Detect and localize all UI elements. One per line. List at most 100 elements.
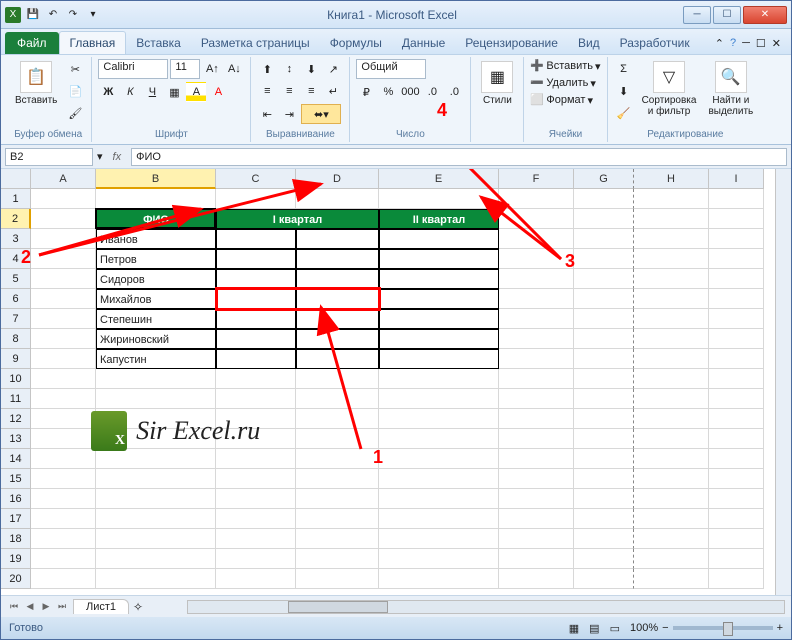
cell-a3[interactable] <box>31 229 96 249</box>
cell-e10[interactable] <box>379 369 499 389</box>
col-header-i[interactable]: I <box>709 169 764 189</box>
fill-icon[interactable]: ⬇ <box>614 81 634 101</box>
cell-f8[interactable] <box>499 329 574 349</box>
cell-c17[interactable] <box>216 509 296 529</box>
cell-h6[interactable] <box>634 289 709 309</box>
cell-c18[interactable] <box>216 529 296 549</box>
tab-formulas[interactable]: Формулы <box>320 32 392 54</box>
cell-g17[interactable] <box>574 509 634 529</box>
cell-g1[interactable] <box>574 189 634 209</box>
copy-icon[interactable]: 📄 <box>65 81 85 101</box>
cell-f19[interactable] <box>499 549 574 569</box>
zoom-slider[interactable] <box>673 626 773 630</box>
cell-d20[interactable] <box>296 569 379 589</box>
cell-b10[interactable] <box>96 369 216 389</box>
cell-a18[interactable] <box>31 529 96 549</box>
cell-i7[interactable] <box>709 309 764 329</box>
cell-h2[interactable] <box>634 209 709 229</box>
percent-icon[interactable]: % <box>378 82 398 102</box>
cell-d4[interactable] <box>296 249 379 269</box>
bold-button[interactable]: Ж <box>98 82 118 102</box>
cut-icon[interactable]: ✂ <box>65 59 85 79</box>
cell-i20[interactable] <box>709 569 764 589</box>
cell-d19[interactable] <box>296 549 379 569</box>
cell-c3[interactable] <box>216 229 296 249</box>
cell-i4[interactable] <box>709 249 764 269</box>
cell-a1[interactable] <box>31 189 96 209</box>
row-header-9[interactable]: 9 <box>1 349 31 369</box>
cell-e9[interactable] <box>379 349 499 369</box>
cell-i5[interactable] <box>709 269 764 289</box>
font-name-select[interactable]: Calibri <box>98 59 168 79</box>
col-header-h[interactable]: H <box>634 169 709 189</box>
cell-f16[interactable] <box>499 489 574 509</box>
fx-icon[interactable]: fx <box>107 151 128 163</box>
row-header-7[interactable]: 7 <box>1 309 31 329</box>
qat-more-icon[interactable]: ▾ <box>85 7 101 23</box>
col-header-c[interactable]: C <box>216 169 296 189</box>
horizontal-scrollbar[interactable] <box>187 600 785 614</box>
cell-g8[interactable] <box>574 329 634 349</box>
col-header-b[interactable]: B <box>96 169 216 189</box>
cell-e19[interactable] <box>379 549 499 569</box>
font-size-select[interactable]: 11 <box>170 59 200 79</box>
cell-b4[interactable]: Петров <box>96 249 216 269</box>
cell-d11[interactable] <box>296 389 379 409</box>
cell-d18[interactable] <box>296 529 379 549</box>
cell-h7[interactable] <box>634 309 709 329</box>
cell-e3[interactable] <box>379 229 499 249</box>
cell-h17[interactable] <box>634 509 709 529</box>
cell-c20[interactable] <box>216 569 296 589</box>
col-header-e[interactable]: E <box>379 169 499 189</box>
col-header-a[interactable]: A <box>31 169 96 189</box>
cell-h3[interactable] <box>634 229 709 249</box>
namebox-expand-icon[interactable]: ▾ <box>97 150 103 163</box>
cell-d3[interactable] <box>296 229 379 249</box>
cell-e1[interactable] <box>379 189 499 209</box>
format-cells-button[interactable]: ⬜Формат ▾ <box>530 93 593 107</box>
cell-a4[interactable] <box>31 249 96 269</box>
cell-f2[interactable] <box>499 209 574 229</box>
cell-d5[interactable] <box>296 269 379 289</box>
col-header-g[interactable]: G <box>574 169 634 189</box>
tab-layout[interactable]: Разметка страницы <box>191 32 320 54</box>
cell-g13[interactable] <box>574 429 634 449</box>
col-header-f[interactable]: F <box>499 169 574 189</box>
paste-button[interactable]: 📋 Вставить <box>11 59 61 108</box>
zoom-out-icon[interactable]: − <box>662 622 668 634</box>
row-header-20[interactable]: 20 <box>1 569 31 589</box>
grow-font-icon[interactable]: A↑ <box>202 59 222 79</box>
minimize-button[interactable]: ─ <box>683 6 711 24</box>
cell-e7[interactable] <box>379 309 499 329</box>
cell-h15[interactable] <box>634 469 709 489</box>
sheet-nav-first-icon[interactable]: ⏮ <box>7 600 21 614</box>
redo-icon[interactable]: ↷ <box>65 7 81 23</box>
underline-button[interactable]: Ч <box>142 82 162 102</box>
ribbon-minimize-icon[interactable]: ⌃ <box>715 37 724 50</box>
row-header-3[interactable]: 3 <box>1 229 31 249</box>
row-header-18[interactable]: 18 <box>1 529 31 549</box>
cell-f6[interactable] <box>499 289 574 309</box>
cell-i2[interactable] <box>709 209 764 229</box>
cell-i14[interactable] <box>709 449 764 469</box>
cell-e13[interactable] <box>379 429 499 449</box>
cell-g19[interactable] <box>574 549 634 569</box>
cell-b11[interactable] <box>96 389 216 409</box>
row-header-5[interactable]: 5 <box>1 269 31 289</box>
cell-c8[interactable] <box>216 329 296 349</box>
cell-f11[interactable] <box>499 389 574 409</box>
tab-developer[interactable]: Разработчик <box>610 32 700 54</box>
cell-i19[interactable] <box>709 549 764 569</box>
row-header-19[interactable]: 19 <box>1 549 31 569</box>
row-header-1[interactable]: 1 <box>1 189 31 209</box>
align-bottom-icon[interactable]: ⬇ <box>301 59 321 79</box>
cell-f9[interactable] <box>499 349 574 369</box>
cell-c16[interactable] <box>216 489 296 509</box>
cell-h14[interactable] <box>634 449 709 469</box>
cell-c1[interactable] <box>216 189 296 209</box>
cell-f4[interactable] <box>499 249 574 269</box>
cell-c9[interactable] <box>216 349 296 369</box>
vertical-scrollbar[interactable] <box>775 169 791 595</box>
cell-f7[interactable] <box>499 309 574 329</box>
cell-b2[interactable]: ФИО <box>96 209 216 229</box>
